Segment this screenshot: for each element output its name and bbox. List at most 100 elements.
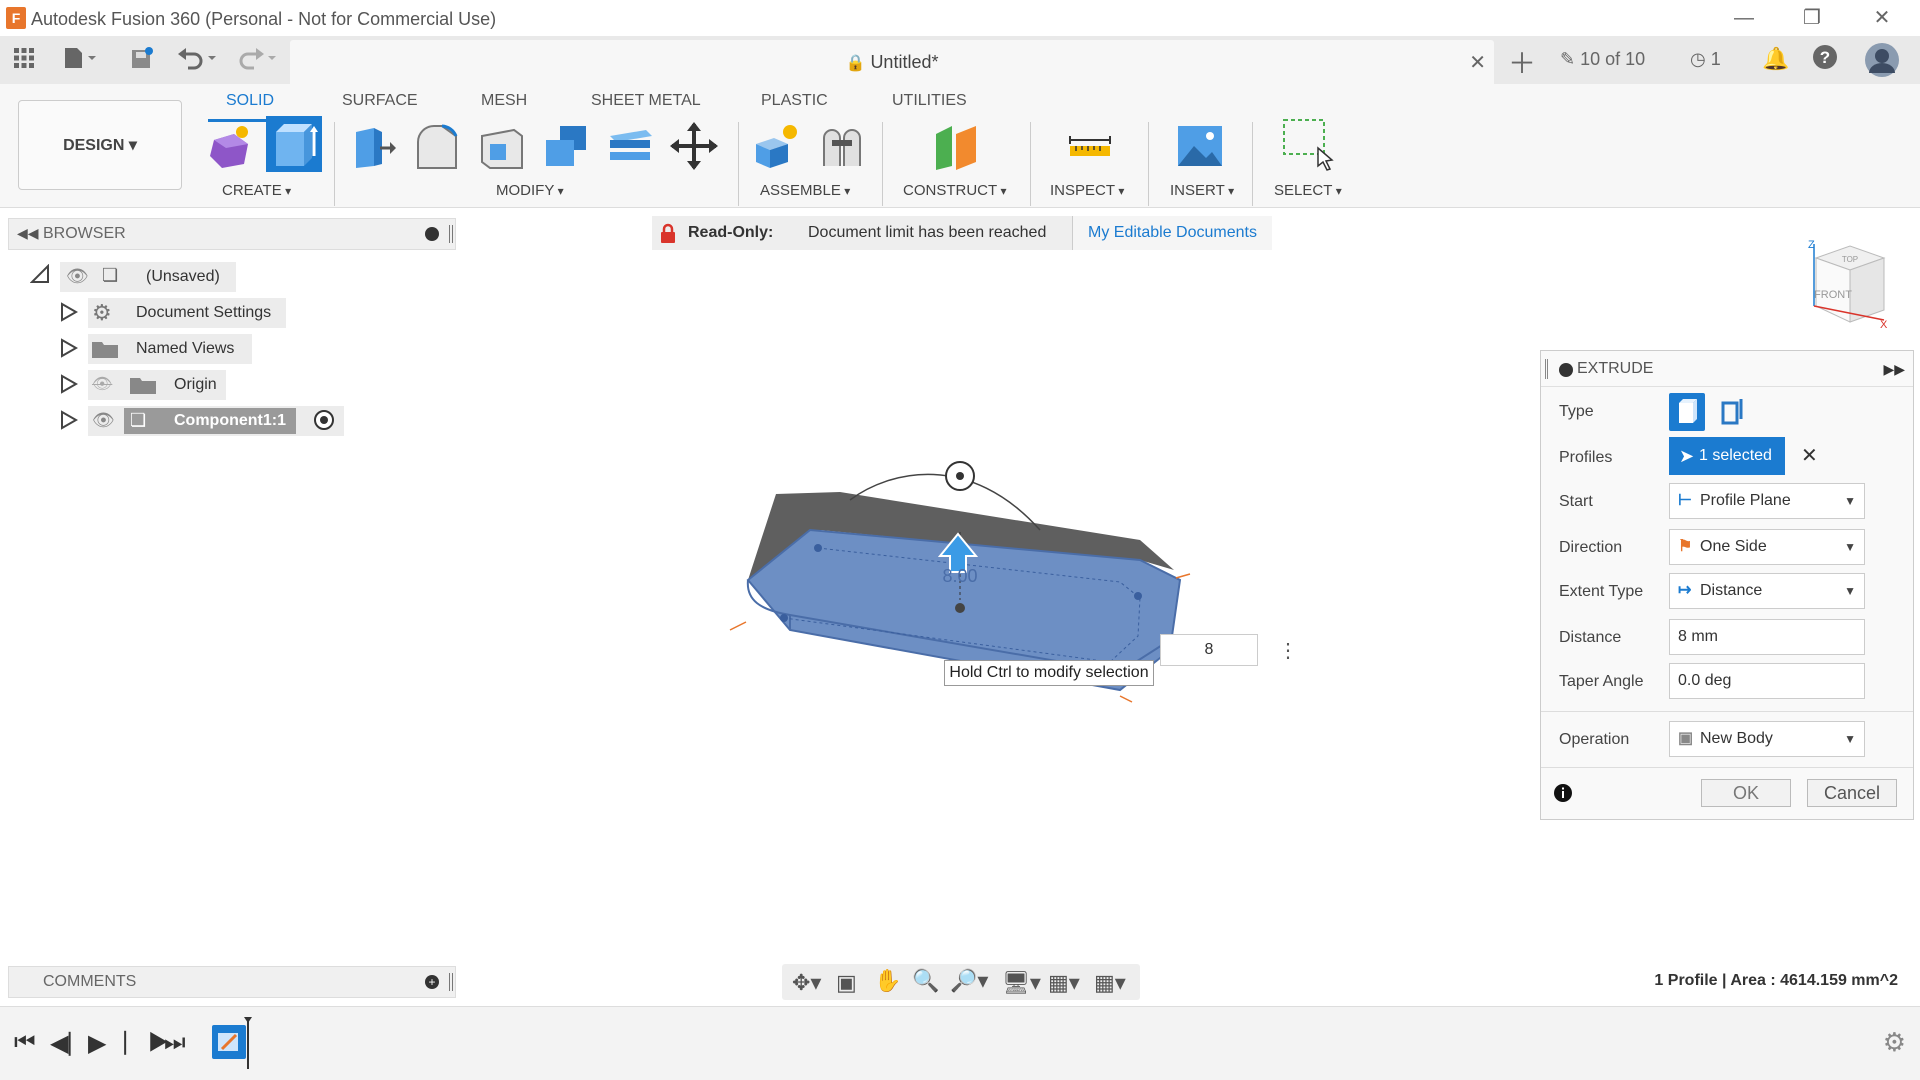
move-copy-icon[interactable]	[670, 122, 718, 170]
expand-dialog-icon[interactable]: ▶▶	[1883, 361, 1905, 378]
browser-root-node[interactable]: 👁 ❏ (Unsaved)	[60, 262, 236, 292]
help-icon[interactable]: ?	[1812, 44, 1838, 76]
joint-icon[interactable]	[818, 122, 866, 170]
direction-dropdown[interactable]: ⚑ One Side ▼	[1669, 529, 1865, 565]
notifications-bell-icon[interactable]: 🔔	[1762, 46, 1789, 72]
press-pull-icon[interactable]	[350, 122, 398, 170]
zoom-icon[interactable]: 🔍	[912, 968, 939, 994]
save-icon[interactable]	[130, 46, 154, 76]
drag-handle[interactable]	[1545, 359, 1548, 379]
play-icon[interactable]: ▶	[88, 1029, 106, 1058]
user-avatar[interactable]	[1864, 42, 1900, 84]
close-tab-icon[interactable]: ✕	[1469, 50, 1486, 75]
step-back-icon[interactable]: ◀⎸	[50, 1029, 92, 1058]
tab-sheet-metal[interactable]: SHEET METAL	[591, 92, 701, 110]
go-to-start-icon[interactable]: ⏮	[14, 1029, 36, 1057]
inspect-group-label[interactable]: INSPECT	[1050, 182, 1124, 199]
select-group-label[interactable]: SELECT	[1274, 182, 1342, 199]
operation-dropdown[interactable]: ▣ New Body ▼	[1669, 721, 1865, 757]
create-group-label[interactable]: CREATE	[222, 182, 291, 199]
pan-hand-icon[interactable]: ✋	[874, 968, 901, 994]
expanded-caret-icon[interactable]	[29, 263, 50, 284]
hidden-eye-icon[interactable]: 👁	[92, 374, 112, 394]
select-window-icon[interactable]	[1282, 119, 1334, 171]
undo-icon[interactable]	[176, 46, 220, 76]
step-forward-icon[interactable]: ⎸▶	[124, 1029, 169, 1057]
fit-icon[interactable]: 🔎▾	[950, 968, 988, 994]
tree-item-document-settings[interactable]: ⚙ Document Settings	[88, 298, 286, 328]
expand-origin[interactable]	[60, 374, 79, 399]
document-tab[interactable]: 🔒 Untitled* ✕	[290, 40, 1494, 84]
timeline-marker[interactable]	[244, 1017, 252, 1069]
file-menu-icon[interactable]	[62, 46, 98, 76]
extrude-header[interactable]: EXTRUDE ▶▶	[1541, 351, 1913, 387]
minimize-button[interactable]: —	[1724, 4, 1764, 32]
measure-icon[interactable]	[1066, 122, 1114, 170]
assemble-group-label[interactable]: ASSEMBLE	[760, 182, 850, 199]
tree-item-origin[interactable]: 👁 Origin	[88, 370, 226, 400]
expand-component[interactable]	[60, 410, 79, 435]
panel-pin-handle[interactable]	[449, 973, 453, 991]
extrude-icon[interactable]	[266, 116, 322, 172]
timeline-settings-gear-icon[interactable]: ⚙	[1883, 1027, 1906, 1058]
info-icon[interactable]	[1553, 783, 1573, 808]
tab-utilities[interactable]: UTILITIES	[892, 92, 967, 110]
start-dropdown[interactable]: ⊢ Profile Plane ▼	[1669, 483, 1865, 519]
tree-item-component[interactable]: 👁 ❏ Component1:1	[88, 406, 344, 436]
tab-solid[interactable]: SOLID	[226, 92, 274, 110]
browser-minimize-icon[interactable]	[425, 227, 439, 241]
extent-type-dropdown[interactable]: ↦ Distance ▼	[1669, 573, 1865, 609]
modify-group-label[interactable]: MODIFY	[496, 182, 564, 199]
new-component-icon[interactable]	[752, 122, 800, 170]
type-solid-button[interactable]	[1669, 393, 1705, 431]
viewcube[interactable]: TOP FRONT Z X	[1806, 240, 1888, 328]
expand-named-views[interactable]	[60, 338, 79, 363]
tree-item-named-views[interactable]: Named Views	[88, 334, 252, 364]
add-comment-icon[interactable]: +	[425, 975, 439, 989]
distance-input-field[interactable]: 8	[1160, 634, 1258, 666]
redo-icon[interactable]	[236, 46, 280, 76]
combine-icon[interactable]	[542, 122, 590, 170]
activate-radio-icon[interactable]	[312, 408, 336, 437]
expand-document-settings[interactable]	[60, 302, 79, 327]
viewports-icon[interactable]: ▦▾	[1094, 970, 1126, 996]
visibility-eye-icon[interactable]: 👁	[92, 410, 115, 431]
workspace-switcher[interactable]: DESIGN ▾	[18, 100, 182, 190]
close-window-button[interactable]: ✕	[1862, 4, 1902, 32]
new-tab-icon[interactable]: ＋	[1508, 42, 1536, 82]
timeline-sketch-feature[interactable]	[212, 1025, 246, 1059]
create-form-icon[interactable]	[204, 122, 252, 170]
taper-angle-field[interactable]: 0.0 deg	[1669, 663, 1865, 699]
fillet-icon[interactable]	[414, 122, 462, 170]
panel-pin-handle[interactable]	[449, 225, 453, 243]
jobs-status[interactable]: ✎ 10 of 10	[1560, 49, 1645, 70]
shell-icon[interactable]	[478, 122, 526, 170]
orbit-icon[interactable]: ✥▾	[792, 970, 821, 996]
cancel-button[interactable]: Cancel	[1807, 779, 1897, 807]
construct-group-label[interactable]: CONSTRUCT	[903, 182, 1007, 199]
history-status[interactable]: ◷ 1	[1690, 49, 1721, 70]
insert-image-icon[interactable]	[1176, 122, 1224, 170]
tab-plastic[interactable]: PLASTIC	[761, 92, 828, 110]
visibility-eye-icon[interactable]: 👁	[66, 266, 89, 287]
type-thin-button[interactable]	[1713, 393, 1749, 431]
tab-mesh[interactable]: MESH	[481, 92, 527, 110]
dialog-minimize-icon[interactable]	[1559, 363, 1573, 377]
look-at-icon[interactable]: ▣	[836, 970, 857, 996]
my-editable-documents-link[interactable]: My Editable Documents	[1072, 216, 1272, 250]
tab-surface[interactable]: SURFACE	[342, 92, 418, 110]
offset-plane-icon[interactable]	[932, 122, 980, 170]
more-options-icon[interactable]: ⋮	[1278, 638, 1298, 663]
insert-group-label[interactable]: INSERT	[1170, 182, 1234, 199]
distance-field[interactable]: 8 mm	[1669, 619, 1865, 655]
clear-selection-icon[interactable]: ✕	[1801, 443, 1818, 468]
offset-faces-icon[interactable]	[606, 122, 654, 170]
go-to-end-icon[interactable]: ⏭	[164, 1029, 186, 1057]
ok-button[interactable]: OK	[1701, 779, 1791, 807]
browser-root-row[interactable]	[29, 263, 50, 289]
restore-button[interactable]: ❐	[1792, 4, 1832, 32]
grid-icon[interactable]: ▦▾	[1048, 970, 1080, 996]
profiles-selection-button[interactable]: ➤ 1 selected	[1669, 437, 1785, 475]
apps-grid-icon[interactable]	[12, 46, 36, 76]
display-settings-icon[interactable]: 🖥▾	[1002, 970, 1041, 996]
